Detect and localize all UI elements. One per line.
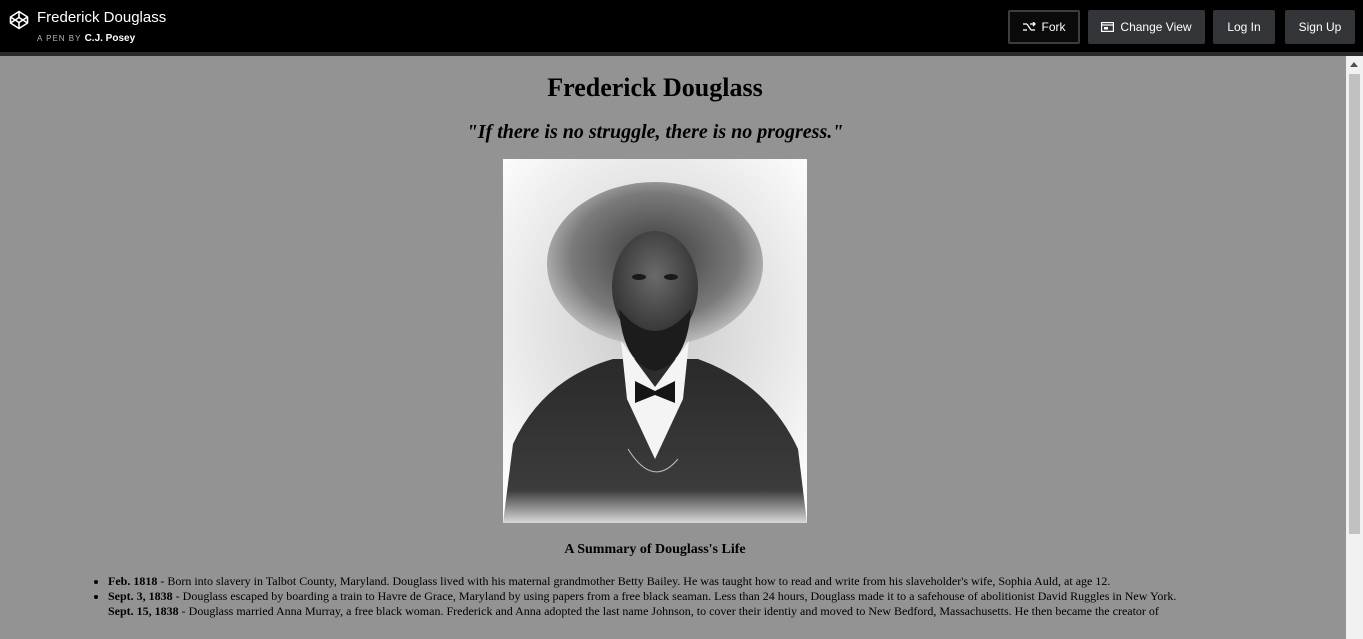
portrait-image [503,159,807,523]
scroll-up-arrow-icon[interactable] [1350,62,1358,67]
timeline-text: - Douglass escaped by boarding a train t… [172,589,1177,603]
scrollbar-thumb[interactable] [1349,74,1360,534]
page-title: Frederick Douglass [547,73,763,102]
fork-icon [1022,22,1036,31]
timeline-date: Sept. 15, 1838 [108,604,179,618]
codepen-logo-icon[interactable] [9,10,29,30]
fork-label: Fork [1041,20,1066,34]
sign-up-button[interactable]: Sign Up [1285,10,1355,44]
quote: "If there is no struggle, there is no pr… [466,121,844,143]
list-item: Sept. 15, 1838 - Douglass married Anna M… [108,604,1248,619]
change-view-label: Change View [1120,20,1192,34]
top-bar: Frederick Douglass A PEN BY C.J. Posey F… [0,0,1363,56]
author-name-link[interactable]: C.J. Posey [85,33,136,44]
timeline-list: Feb. 1818 - Born into slavery in Talbot … [68,574,1248,619]
pen-author: A PEN BY C.J. Posey [37,33,135,44]
list-item: Feb. 1818 - Born into slavery in Talbot … [108,574,1248,589]
list-item: Sept. 3, 1838 - Douglass escaped by boar… [108,589,1248,604]
timeline-date: Sept. 3, 1838 [108,589,173,603]
timeline-text: - Born into slavery in Talbot County, Ma… [157,574,1111,588]
author-prefix: A PEN BY [37,34,82,43]
summary-heading: A Summary of Douglass's Life [564,542,746,557]
change-view-button[interactable]: Change View [1088,10,1205,44]
change-view-icon [1101,22,1115,32]
pen-title[interactable]: Frederick Douglass [37,9,166,26]
preview-page: Frederick Douglass "If there is no strug… [0,56,1346,639]
timeline-text: - Douglass married Anna Murray, a free b… [178,604,1159,618]
vertical-scrollbar[interactable] [1346,56,1363,639]
sign-up-label: Sign Up [1298,20,1342,34]
log-in-button[interactable]: Log In [1213,10,1275,44]
fork-button[interactable]: Fork [1008,10,1080,44]
log-in-label: Log In [1227,20,1261,34]
timeline-date: Feb. 1818 [108,574,158,588]
